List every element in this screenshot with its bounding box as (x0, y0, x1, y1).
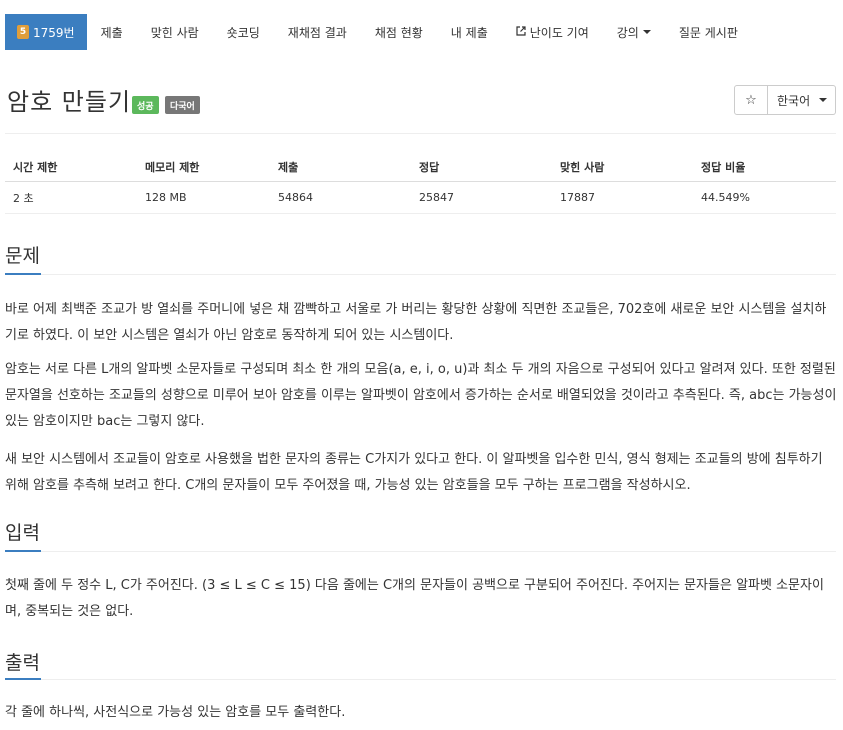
title-actions: ☆ 한국어 (734, 85, 836, 115)
table-header-cell: 제출 (278, 160, 299, 174)
nav-qna-board[interactable]: 질문 게시판 (665, 14, 752, 50)
nav-lectures-dropdown[interactable]: 강의 (603, 14, 665, 50)
input-paragraph: 첫째 줄에 두 정수 L, C가 주어진다. (3 ≤ L ≤ C ≤ 15) … (5, 578, 824, 619)
section-title-description: 문제 (5, 245, 40, 267)
section-divider (5, 679, 836, 680)
output-paragraph: 각 줄에 하나씩, 사전식으로 가능성 있는 암호를 모두 출력한다. (5, 705, 346, 720)
nav-lectures-label: 강의 (616, 25, 639, 40)
nav-problem-label: 1759번 (33, 25, 75, 40)
nav-my-submissions[interactable]: 내 제출 (437, 14, 502, 50)
description-paragraph: 새 보안 시스템에서 조교들이 암호로 사용했을 법한 문자의 종류는 C가지가… (5, 452, 823, 493)
table-header-cell: 맞힌 사람 (560, 160, 605, 174)
caret-down-icon (642, 30, 651, 34)
description-paragraph: 암호는 서로 다른 L개의 알파벳 소문자들로 구성되며 최소 한 개의 모음(… (5, 362, 837, 429)
nav-short-coding[interactable]: 숏코딩 (213, 14, 274, 50)
solved-users-value: 17887 (560, 191, 595, 204)
section-underline (5, 273, 41, 275)
multilang-badge: 다국어 (165, 96, 200, 114)
tier-badge: 5 (17, 25, 29, 39)
nav-difficulty-contribute[interactable]: 난이도 기여 (502, 14, 603, 50)
problem-info-table: 시간 제한 메모리 제한 제출 정답 맞힌 사람 정답 비율 2 초 128 M… (5, 152, 836, 213)
language-select[interactable]: 한국어 (768, 85, 836, 115)
table-row: 2 초 128 MB 54864 25847 17887 44.549% (5, 182, 836, 213)
table-header-row: 시간 제한 메모리 제한 제출 정답 맞힌 사람 정답 비율 (5, 152, 836, 182)
divider (5, 133, 836, 134)
page-title: 암호 만들기 (7, 88, 132, 116)
section-underline (5, 550, 41, 552)
time-limit-value: 2 초 (13, 191, 34, 205)
language-select-value: 한국어 (777, 93, 811, 108)
status-badge: 성공 (132, 96, 159, 114)
submissions-value: 54864 (278, 191, 313, 204)
nav-problem-tab[interactable]: 5 1759번 (5, 14, 87, 50)
nav-submit[interactable]: 제출 (87, 14, 137, 50)
table-header-cell: 시간 제한 (13, 160, 58, 174)
section-underline (5, 678, 41, 680)
title-row: 암호 만들기 성공 다국어 ☆ 한국어 (5, 82, 838, 118)
nav-difficulty-label: 난이도 기여 (529, 25, 589, 40)
description-paragraph: 바로 어제 최백준 조교가 방 열쇠를 주머니에 넣은 채 깜빡하고 서울로 가… (5, 302, 827, 343)
table-header-cell: 메모리 제한 (145, 160, 200, 174)
memory-limit-value: 128 MB (145, 191, 187, 204)
external-link-icon (516, 25, 526, 39)
nav-solved-users[interactable]: 맞힌 사람 (137, 14, 213, 50)
problem-nav: 5 1759번 제출 맞힌 사람 숏코딩 재채점 결과 채점 현황 내 제출 난… (5, 14, 838, 50)
section-title-output: 출력 (5, 652, 40, 674)
caret-down-icon (819, 98, 827, 102)
section-divider (5, 274, 836, 275)
nav-status[interactable]: 채점 현황 (361, 14, 437, 50)
star-icon: ☆ (745, 92, 757, 108)
nav-rejudge-results[interactable]: 재채점 결과 (274, 14, 361, 50)
table-header-cell: 정답 (419, 160, 440, 174)
accepted-value: 25847 (419, 191, 454, 204)
table-header-cell: 정답 비율 (701, 160, 746, 174)
star-button[interactable]: ☆ (734, 85, 768, 115)
section-title-input: 입력 (5, 522, 40, 544)
divider (5, 213, 836, 214)
section-divider (5, 551, 836, 552)
accept-ratio-value: 44.549% (701, 191, 750, 204)
